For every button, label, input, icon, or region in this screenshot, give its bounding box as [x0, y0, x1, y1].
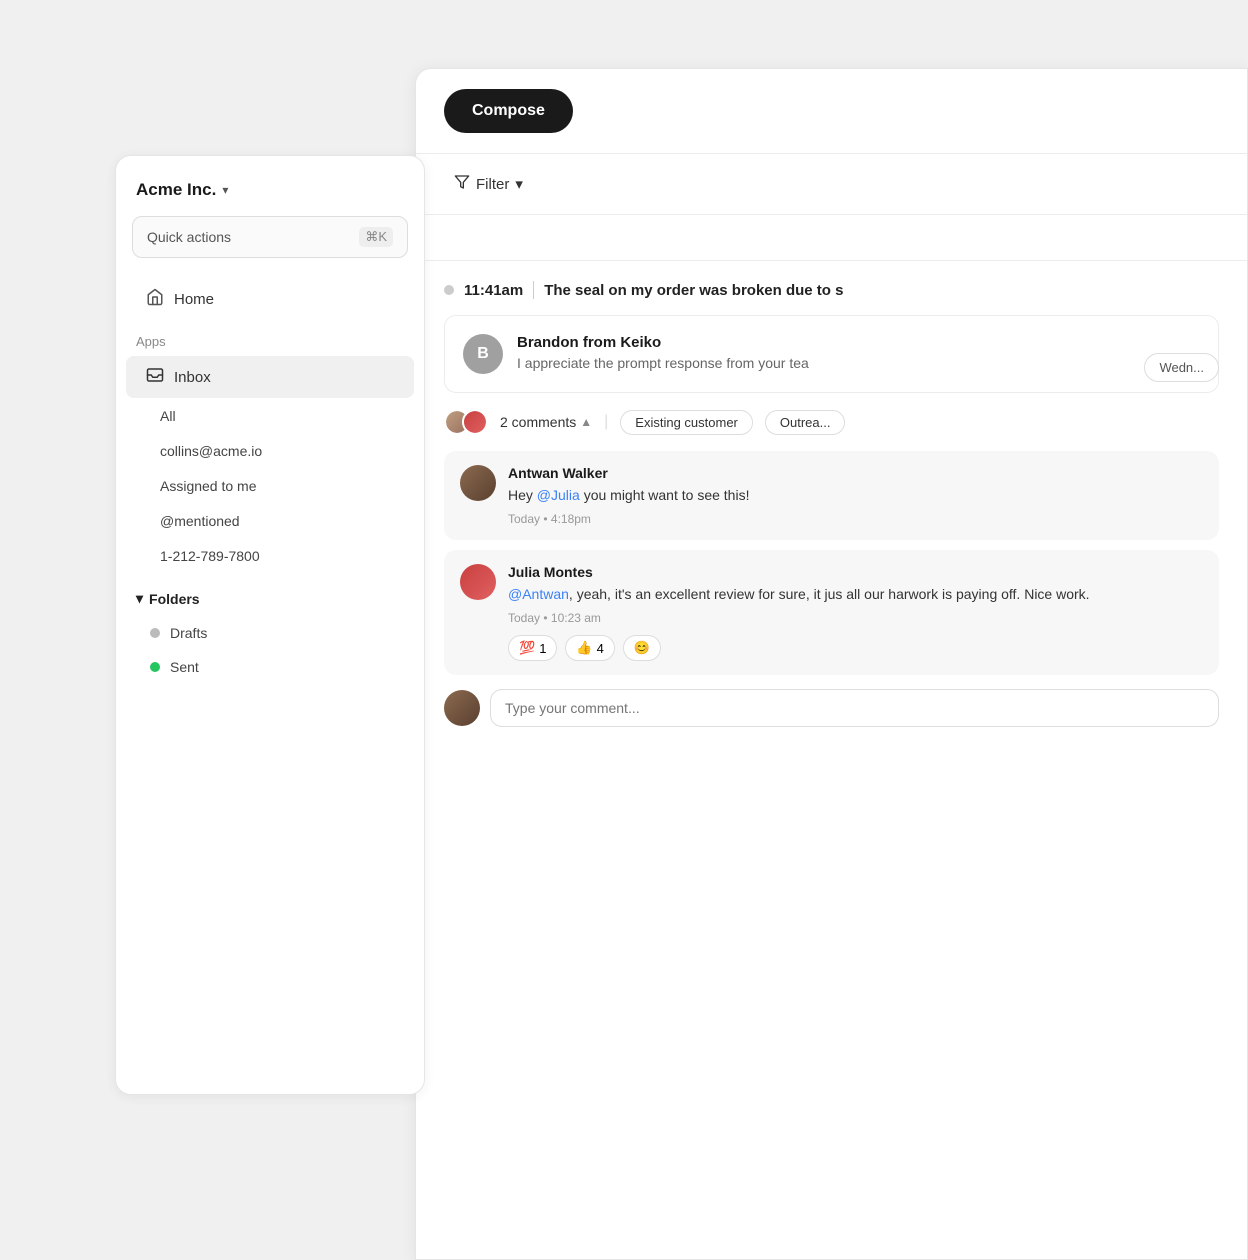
comments-row: 2 comments ▲ | Existing customer Outrea.… — [444, 409, 1219, 435]
sidebar-header: Acme Inc. ▾ — [116, 180, 424, 216]
inbox-label: Inbox — [174, 369, 211, 386]
folders-section: ▾ Folders Drafts Sent — [116, 581, 424, 684]
filter-bar: Filter ▾ — [416, 154, 1247, 215]
julia-avatar — [460, 564, 496, 600]
folders-header[interactable]: ▾ Folders — [116, 581, 424, 616]
sender-initial: B — [477, 345, 489, 363]
reaction-100[interactable]: 💯 1 — [508, 635, 557, 661]
comments-count-text: 2 comments — [500, 414, 576, 430]
drafts-dot-icon — [150, 628, 160, 638]
message-subject: The seal on my order was broken due to s — [544, 282, 843, 299]
sent-dot-icon — [150, 662, 160, 672]
folder-drafts[interactable]: Drafts — [116, 616, 424, 650]
time-dot-icon — [444, 285, 454, 295]
current-user-avatar — [444, 690, 480, 726]
avatar-stack — [444, 409, 488, 435]
sender-avatar: B — [463, 334, 503, 374]
chevron-down-icon[interactable]: ▾ — [222, 183, 228, 197]
company-name: Acme Inc. — [136, 180, 216, 200]
antwan-comment-text: Hey @Julia you might want to see this! — [508, 485, 749, 506]
conversation-area: 11:41am The seal on my order was broken … — [416, 261, 1247, 747]
phone-label: 1-212-789-7800 — [160, 548, 260, 564]
sub-nav-phone[interactable]: 1-212-789-7800 — [126, 539, 414, 573]
message-preview: I appreciate the prompt response from yo… — [517, 355, 809, 371]
quick-actions-label: Quick actions — [147, 229, 231, 245]
message-card[interactable]: B Brandon from Keiko I appreciate the pr… — [444, 315, 1219, 393]
mentioned-label: @mentioned — [160, 513, 240, 529]
quick-actions-shortcut: ⌘K — [359, 227, 393, 247]
sub-nav-all[interactable]: All — [126, 399, 414, 433]
julia-mention-antwan[interactable]: @Antwan — [508, 586, 569, 602]
comments-caret-icon: ▲ — [580, 415, 592, 429]
commenter-avatar-2 — [462, 409, 488, 435]
existing-customer-tag[interactable]: Existing customer — [620, 410, 753, 435]
antwan-avatar — [460, 465, 496, 501]
sender-name: Brandon from Keiko — [517, 334, 809, 351]
antwan-comment-time: Today • 4:18pm — [508, 512, 749, 526]
comments-count[interactable]: 2 comments ▲ — [500, 414, 592, 430]
shortcut-key: ⌘K — [365, 229, 387, 245]
time-divider — [533, 281, 534, 299]
julia-name: Julia Montes — [508, 564, 1090, 580]
message-time: 11:41am — [464, 282, 523, 299]
filter-funnel-icon — [454, 174, 470, 194]
sent-label: Sent — [170, 659, 199, 675]
pipe-divider: | — [604, 413, 608, 431]
julia-text-after: , yeah, it's an excellent review for sur… — [569, 586, 1090, 602]
chevron-down-folders-icon: ▾ — [136, 590, 143, 607]
reaction-thumbsup[interactable]: 👍 4 — [565, 635, 614, 661]
message-time-row: 11:41am The seal on my order was broken … — [444, 281, 1219, 299]
comment-input-row — [444, 689, 1219, 727]
comment-julia: Julia Montes @Antwan, yeah, it's an exce… — [444, 550, 1219, 675]
inbox-icon — [146, 366, 164, 388]
sub-nav-mentioned[interactable]: @mentioned — [126, 504, 414, 538]
antwan-text-before: Hey — [508, 487, 537, 503]
julia-comment-text: @Antwan, yeah, it's an excellent review … — [508, 584, 1090, 605]
date-badge: Wedn... — [1144, 353, 1219, 382]
comment-input[interactable] — [490, 689, 1219, 727]
filter-label: Filter — [476, 176, 509, 193]
filter-button[interactable]: Filter ▾ — [444, 168, 533, 200]
sub-nav-collins[interactable]: collins@acme.io — [126, 434, 414, 468]
sidebar-panel: Acme Inc. ▾ Quick actions ⌘K Home Apps I… — [115, 155, 425, 1095]
julia-comment-content: Julia Montes @Antwan, yeah, it's an exce… — [508, 564, 1090, 661]
sub-nav-assigned[interactable]: Assigned to me — [126, 469, 414, 503]
assigned-label: Assigned to me — [160, 478, 257, 494]
all-label: All — [160, 408, 176, 424]
compose-button[interactable]: Compose — [444, 89, 573, 133]
apps-section-label: Apps — [116, 320, 424, 355]
antwan-name: Antwan Walker — [508, 465, 749, 481]
date-text: Wedn... — [1159, 360, 1204, 375]
reaction-smile[interactable]: 😊 — [623, 635, 661, 661]
antwan-mention-julia[interactable]: @Julia — [537, 487, 580, 503]
comment-antwan: Antwan Walker Hey @Julia you might want … — [444, 451, 1219, 540]
home-label: Home — [174, 291, 214, 308]
outreach-tag[interactable]: Outrea... — [765, 410, 846, 435]
folder-sent[interactable]: Sent — [116, 650, 424, 684]
home-icon — [146, 288, 164, 310]
main-top-bar: Compose — [416, 69, 1247, 154]
nav-home-item[interactable]: Home — [126, 278, 414, 320]
folders-label: Folders — [149, 591, 200, 607]
filter-chevron-icon: ▾ — [515, 175, 523, 193]
main-panel: Compose Filter ▾ Wedn... 11:41am The sea… — [415, 68, 1248, 1260]
nav-inbox-item[interactable]: Inbox — [126, 356, 414, 398]
collins-label: collins@acme.io — [160, 443, 262, 459]
antwan-text-after: you might want to see this! — [580, 487, 750, 503]
quick-actions-bar[interactable]: Quick actions ⌘K — [132, 216, 408, 258]
reaction-row: 💯 1 👍 4 😊 — [508, 635, 1090, 661]
drafts-label: Drafts — [170, 625, 207, 641]
julia-comment-time: Today • 10:23 am — [508, 611, 1090, 625]
antwan-comment-content: Antwan Walker Hey @Julia you might want … — [508, 465, 749, 526]
message-card-content: Brandon from Keiko I appreciate the prom… — [517, 334, 809, 374]
